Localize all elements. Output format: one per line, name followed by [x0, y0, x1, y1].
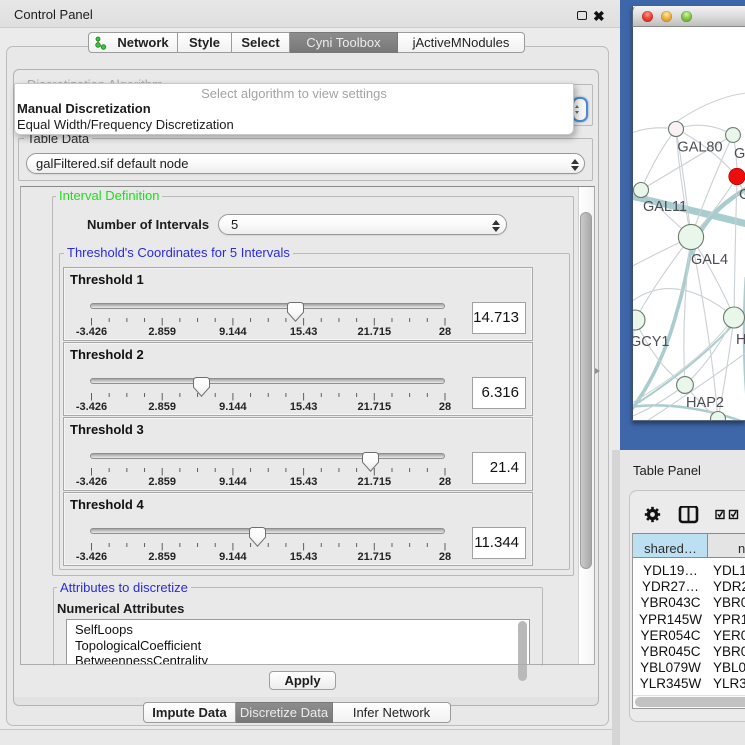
- svg-text:GAL4: GAL4: [691, 252, 728, 268]
- svg-text:HAP2: HAP2: [686, 395, 724, 411]
- svg-text:GA: GA: [739, 187, 745, 203]
- svg-text:GCY1: GCY1: [633, 334, 670, 350]
- svg-text:GA: GA: [734, 146, 745, 162]
- svg-text:GAL11: GAL11: [643, 199, 687, 215]
- svg-text:HIS: HIS: [736, 332, 745, 348]
- svg-text:GAL80: GAL80: [677, 140, 722, 156]
